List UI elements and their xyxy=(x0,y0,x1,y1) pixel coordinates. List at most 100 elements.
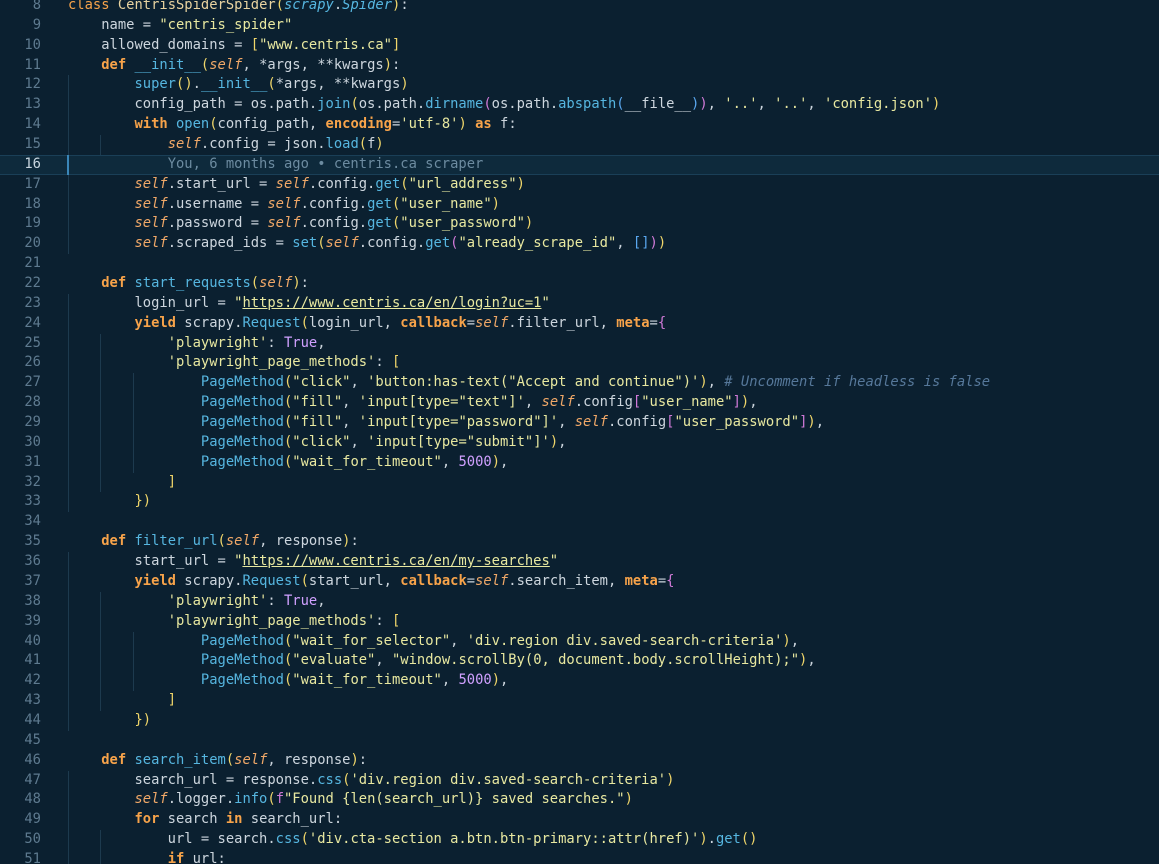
line-number: 21 xyxy=(24,255,41,272)
code-line[interactable]: 47 search_url = response.css('div.region… xyxy=(0,770,1159,791)
git-blame-annotation: You, 6 months ago • centris.ca scraper xyxy=(167,155,484,172)
code-text[interactable]: yield scrapy.Request(start_url, callback… xyxy=(68,572,674,592)
code-line[interactable]: 29 PageMethod("fill", 'input[type="passw… xyxy=(0,413,1159,433)
code-line[interactable]: 49 for search in search_url: xyxy=(0,810,1159,831)
code-text[interactable]: search_url = response.css('div.region di… xyxy=(68,771,674,791)
line-number: 50 xyxy=(24,831,41,848)
code-line[interactable]: 24 yield scrapy.Request(login_url, callb… xyxy=(0,313,1159,334)
code-text[interactable]: }) xyxy=(68,711,151,731)
code-line[interactable]: 17 self.start_url = self.config.get("url… xyxy=(0,174,1159,195)
code-line[interactable]: 28 PageMethod("fill", 'input[type="text"… xyxy=(0,393,1159,414)
code-line[interactable]: 14 with open(config_path, encoding='utf-… xyxy=(0,115,1159,136)
code-line[interactable]: 18 self.username = self.config.get("user… xyxy=(0,194,1159,215)
code-text[interactable]: super().__init__(*args, **kwargs) xyxy=(68,75,408,95)
code-line[interactable]: 38 'playwright': True, xyxy=(0,591,1159,612)
code-text[interactable]: PageMethod("evaluate", "window.scrollBy(… xyxy=(68,651,816,671)
code-line[interactable]: 10 allowed_domains = ["www.centris.ca"] xyxy=(0,36,1159,56)
code-text[interactable]: }) xyxy=(68,492,151,512)
code-text[interactable]: 'playwright_page_methods': [ xyxy=(68,612,401,632)
code-text[interactable]: ] xyxy=(68,691,176,711)
code-text[interactable]: with open(config_path, encoding='utf-8')… xyxy=(68,115,516,135)
code-line[interactable]: 19 self.password = self.config.get("user… xyxy=(0,214,1159,235)
code-line[interactable]: 27 PageMethod("click", 'button:has-text(… xyxy=(0,373,1159,394)
code-text[interactable]: for search in search_url: xyxy=(68,810,342,830)
line-number: 47 xyxy=(24,771,41,788)
code-line[interactable]: 32 ] xyxy=(0,472,1159,493)
code-line[interactable]: 33 }) xyxy=(0,492,1159,513)
code-line[interactable]: 48 self.logger.info(f"Found {len(search_… xyxy=(0,790,1159,811)
code-line[interactable]: 41 PageMethod("evaluate", "window.scroll… xyxy=(0,651,1159,672)
code-line[interactable]: 11 def __init__(self, *args, **kwargs): xyxy=(0,56,1159,76)
code-text[interactable]: self.logger.info(f"Found {len(search_url… xyxy=(68,790,632,810)
code-line[interactable]: 25 'playwright': True, xyxy=(0,333,1159,354)
code-text[interactable]: 'playwright': True, xyxy=(68,334,326,354)
code-text[interactable]: PageMethod("click", 'button:has-text("Ac… xyxy=(68,373,990,393)
code-line[interactable]: 42 PageMethod("wait_for_timeout", 5000), xyxy=(0,671,1159,692)
code-line[interactable]: 22 def start_requests(self): xyxy=(0,274,1159,294)
code-line[interactable]: 13 config_path = os.path.join(os.path.di… xyxy=(0,95,1159,116)
code-text[interactable]: name = "centris_spider" xyxy=(68,16,292,36)
code-text[interactable]: allowed_domains = ["www.centris.ca"] xyxy=(68,36,400,56)
code-text[interactable]: config_path = os.path.join(os.path.dirna… xyxy=(68,95,940,115)
code-text[interactable]: login_url = "https://www.centris.ca/en/l… xyxy=(68,294,549,314)
code-text[interactable]: PageMethod("fill", 'input[type="text"]',… xyxy=(68,393,758,413)
line-number: 49 xyxy=(24,811,41,828)
code-text[interactable]: url = search.css('div.cta-section a.btn.… xyxy=(68,830,758,850)
code-line[interactable]: 16 You, 6 months ago • centris.ca scrape… xyxy=(0,154,1159,175)
code-text[interactable]: start_url = "https://www.centris.ca/en/m… xyxy=(68,552,558,572)
code-text[interactable]: PageMethod("wait_for_selector", 'div.reg… xyxy=(68,632,799,652)
code-text[interactable]: ] xyxy=(68,473,176,493)
code-text[interactable]: 'playwright_page_methods': [ xyxy=(68,353,401,373)
code-line[interactable]: 26 'playwright_page_methods': [ xyxy=(0,353,1159,374)
code-line[interactable]: 30 PageMethod("click", 'input[type="subm… xyxy=(0,432,1159,453)
code-text[interactable]: PageMethod("wait_for_timeout", 5000), xyxy=(68,671,508,691)
code-text[interactable]: class CentrisSpiderSpider(scrapy.Spider)… xyxy=(68,0,409,16)
line-number: 37 xyxy=(24,572,41,589)
code-text[interactable]: self.start_url = self.config.get("url_ad… xyxy=(68,175,524,195)
code-text[interactable]: self.config = json.load(f) xyxy=(68,135,384,155)
code-line[interactable]: 43 ] xyxy=(0,691,1159,711)
code-line[interactable]: 36 start_url = "https://www.centris.ca/e… xyxy=(0,552,1159,572)
code-text[interactable]: PageMethod("click", 'input[type="submit"… xyxy=(68,433,567,453)
line-number: 51 xyxy=(24,850,41,864)
code-line[interactable]: 21 xyxy=(0,254,1159,274)
code-text[interactable]: PageMethod("wait_for_timeout", 5000), xyxy=(68,453,508,473)
code-lines[interactable]: 8 class CentrisSpiderSpider(scrapy.Spider… xyxy=(0,0,1159,864)
line-number: 34 xyxy=(24,513,41,530)
code-editor[interactable]: 8 class CentrisSpiderSpider(scrapy.Spider… xyxy=(0,0,1159,864)
code-text[interactable]: def filter_url(self, response): xyxy=(68,532,359,552)
code-line[interactable]: 51 if url: xyxy=(0,849,1159,864)
code-line[interactable]: 23 login_url = "https://www.centris.ca/e… xyxy=(0,293,1159,314)
code-text[interactable]: def start_requests(self): xyxy=(68,274,309,294)
code-text[interactable]: You, 6 months ago • centris.ca scraper xyxy=(68,155,484,175)
code-line[interactable]: 20 self.scraped_ids = set(self.config.ge… xyxy=(0,234,1159,255)
code-line[interactable]: 35 def filter_url(self, response): xyxy=(0,532,1159,552)
line-number: 25 xyxy=(24,334,41,351)
code-text[interactable]: 'playwright': True, xyxy=(68,592,326,612)
code-line[interactable]: 44 }) xyxy=(0,710,1159,731)
line-number: 35 xyxy=(24,533,41,550)
code-text[interactable]: PageMethod("fill", 'input[type="password… xyxy=(68,413,824,433)
code-line[interactable]: 50 url = search.css('div.cta-section a.b… xyxy=(0,830,1159,850)
code-line[interactable]: 40 PageMethod("wait_for_selector", 'div.… xyxy=(0,631,1159,652)
code-line[interactable]: 34 xyxy=(0,512,1159,532)
code-text[interactable]: self.scraped_ids = set(self.config.get("… xyxy=(68,234,666,254)
code-line[interactable]: 9 name = "centris_spider" xyxy=(0,16,1159,36)
code-line[interactable]: 15 self.config = json.load(f) xyxy=(0,135,1159,155)
code-line[interactable]: 45 xyxy=(0,731,1159,751)
code-line[interactable]: 46 def search_item(self, response): xyxy=(0,751,1159,771)
code-text[interactable]: def __init__(self, *args, **kwargs): xyxy=(68,56,400,76)
code-line[interactable]: 37 yield scrapy.Request(start_url, callb… xyxy=(0,571,1159,592)
line-number: 43 xyxy=(24,692,41,709)
code-line[interactable]: 12 super().__init__(*args, **kwargs) xyxy=(0,75,1159,96)
code-text[interactable]: yield scrapy.Request(login_url, callback… xyxy=(68,314,666,334)
code-text[interactable]: def search_item(self, response): xyxy=(68,751,367,771)
line-number: 42 xyxy=(24,672,41,689)
code-text[interactable]: if url: xyxy=(68,850,226,864)
line-number: 40 xyxy=(24,632,41,649)
code-line[interactable]: 31 PageMethod("wait_for_timeout", 5000), xyxy=(0,452,1159,473)
code-text[interactable]: self.password = self.config.get("user_pa… xyxy=(68,214,533,234)
code-text[interactable]: self.username = self.config.get("user_na… xyxy=(68,195,500,215)
code-line[interactable]: 8 class CentrisSpiderSpider(scrapy.Spider… xyxy=(0,0,1159,16)
code-line[interactable]: 39 'playwright_page_methods': [ xyxy=(0,611,1159,632)
